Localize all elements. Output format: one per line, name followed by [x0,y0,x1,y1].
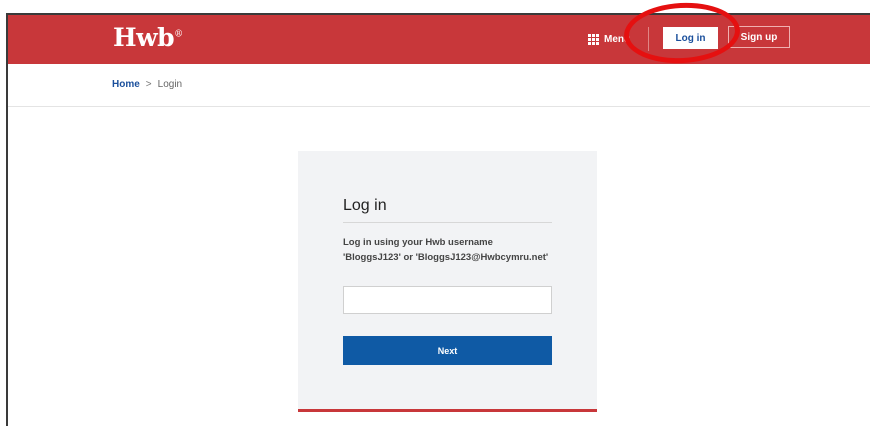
logo-text: Hwb [113,23,175,52]
login-card-bottom-accent [298,409,597,412]
username-input[interactable] [343,286,552,314]
logo-mark: ® [174,29,183,40]
breadcrumb-separator: > [145,79,152,90]
breadcrumb: Home > Login [112,79,182,90]
site-header: Hwb® Menu Log in Sign up [8,15,870,64]
login-card: Log in Log in using your Hwb username 'B… [298,151,597,409]
breadcrumb-current: Login [157,79,183,90]
login-title: Log in [343,197,387,214]
login-description: Log in using your Hwb username 'BloggsJ1… [343,237,549,263]
next-button[interactable]: Next [343,336,552,365]
grid-menu-icon [588,33,599,45]
window-left-border [6,14,8,426]
title-divider [343,222,552,223]
breadcrumb-home-link[interactable]: Home [112,79,140,90]
hwb-logo[interactable]: Hwb® [113,23,183,52]
breadcrumb-divider [8,106,870,107]
